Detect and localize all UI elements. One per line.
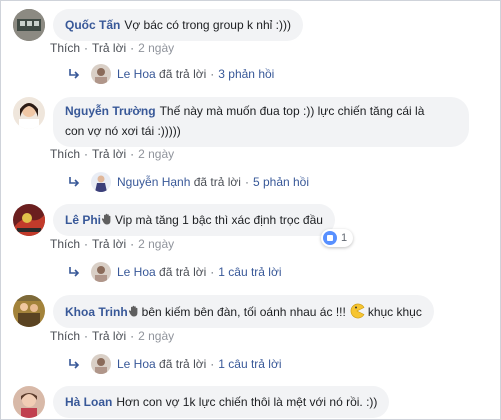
comment-text: bên kiếm bên đàn, tối oánh nhau ác !!! <box>141 305 346 319</box>
comment-bubble: Quốc Tấn Vợ bác có trong group k nhỉ :))) <box>53 9 303 41</box>
comment-bubble: Lê Phi Vip mà tăng 1 bậc thì xác định trọ… <box>53 204 335 236</box>
reply-arrow-icon <box>69 177 80 187</box>
reply-summary[interactable]: Le Hoa đã trả lời · 3 phản hồi <box>67 63 274 85</box>
reply-verb: đã trả lời <box>193 175 241 189</box>
raised-hand-icon <box>128 305 138 317</box>
reply-summary[interactable]: Nguyễn Hạnh đã trả lời · 5 phản hồi <box>67 171 309 193</box>
comment-text-line-2: con vợ nó xơi tái :))))) <box>65 124 181 138</box>
reply-count[interactable]: 1 câu trả lời <box>218 357 281 371</box>
comment-thread: Quốc Tấn Vợ bác có trong group k nhỉ :)))… <box>0 0 501 420</box>
reply-summary[interactable]: Le Hoa đã trả lời · 1 câu trả lời <box>67 261 282 283</box>
avatar[interactable] <box>13 97 45 129</box>
comment-actions: Thích · Trả lời · 2 ngày <box>50 329 175 343</box>
reaction-count: 1 <box>341 232 348 244</box>
raised-hand-icon <box>101 213 111 225</box>
reply-verb: đã trả lời <box>159 67 207 81</box>
reply-author[interactable]: Le Hoa <box>117 265 156 279</box>
comment-bubble: Nguyễn Trường Thế này mà muốn đua top :))… <box>53 97 469 147</box>
avatar <box>91 262 111 282</box>
reply-link[interactable]: Trả lời <box>92 41 126 55</box>
comment-actions: Thích · Trả lời · 2 ngày <box>50 147 175 161</box>
reply-arrow-icon <box>69 359 80 369</box>
avatar <box>91 172 111 192</box>
comment-actions: Thích · Trả lời · 2 ngày <box>50 41 175 55</box>
comment-author[interactable]: Lê Phi <box>65 213 101 227</box>
comment-time[interactable]: 2 ngày <box>138 237 174 251</box>
reply-count[interactable]: 3 phản hồi <box>218 67 274 81</box>
comment-bubble: Khoa Trinh bên kiếm bên đàn, tối oánh nha… <box>53 295 434 328</box>
reply-summary[interactable]: Le Hoa đã trả lời · 1 câu trả lời <box>67 353 282 375</box>
like-link[interactable]: Thích <box>50 329 80 343</box>
avatar[interactable] <box>13 9 45 41</box>
comment-time[interactable]: 2 ngày <box>138 147 174 161</box>
reaction-count-badge[interactable]: 1 <box>321 229 354 247</box>
reply-verb: đã trả lời <box>159 265 207 279</box>
like-icon <box>323 231 337 245</box>
comment-text-line-1: Thế này mà muốn đua top :)) lực chiến tă… <box>159 104 425 118</box>
avatar[interactable] <box>13 295 45 327</box>
avatar <box>91 64 111 84</box>
comment-time[interactable]: 2 ngày <box>138 41 174 55</box>
reply-author[interactable]: Le Hoa <box>117 67 156 81</box>
comment-actions: Thích · Trả lời · 2 ngày <box>50 237 175 251</box>
like-link[interactable]: Thích <box>50 237 80 251</box>
comment-author[interactable]: Hà Loan <box>65 395 112 409</box>
comment-author[interactable]: Quốc Tấn <box>65 18 120 32</box>
comment-text: Vip mà tăng 1 bậc thì xác định trọc đầu <box>115 213 323 227</box>
reply-arrow-icon <box>69 69 80 79</box>
comment-author[interactable]: Khoa Trinh <box>65 305 128 319</box>
comment-text: Vợ bác có trong group k nhỉ :))) <box>124 18 291 32</box>
like-link[interactable]: Thích <box>50 147 80 161</box>
comment-author[interactable]: Nguyễn Trường <box>65 104 156 118</box>
avatar <box>91 354 111 374</box>
reply-author[interactable]: Nguyễn Hạnh <box>117 175 190 189</box>
reply-count[interactable]: 5 phản hồi <box>253 175 309 189</box>
reply-author[interactable]: Le Hoa <box>117 357 156 371</box>
comment-text: Hơn con vợ 1k lực chiến thôi là mệt với … <box>116 395 378 409</box>
reply-verb: đã trả lời <box>159 357 207 371</box>
reply-arrow-icon <box>69 267 80 277</box>
comment-bubble: Hà Loan Hơn con vợ 1k lực chiến thôi là m… <box>53 386 390 418</box>
comment-text-suffix: khục khục <box>367 305 422 319</box>
reply-link[interactable]: Trả lời <box>92 147 126 161</box>
avatar[interactable] <box>13 386 45 418</box>
reply-link[interactable]: Trả lời <box>92 237 126 251</box>
reply-count[interactable]: 1 câu trả lời <box>218 265 281 279</box>
comment-time[interactable]: 2 ngày <box>138 329 174 343</box>
avatar[interactable] <box>13 204 45 236</box>
like-link[interactable]: Thích <box>50 41 80 55</box>
reply-link[interactable]: Trả lời <box>92 329 126 343</box>
pacman-emoji-icon <box>350 303 365 319</box>
